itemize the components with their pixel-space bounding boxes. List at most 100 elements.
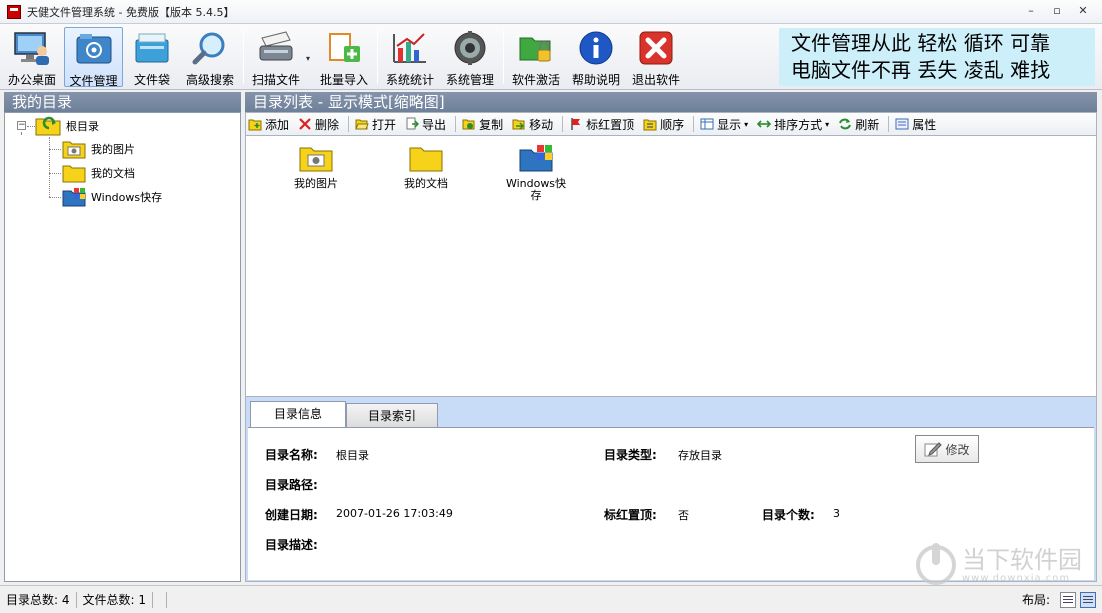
slogan-line-2: 电脑文件不再 丢失 凌乱 难找 — [791, 58, 1051, 82]
monitor-user-icon — [11, 30, 53, 66]
root-folder-icon — [35, 116, 61, 136]
batch-import-button[interactable]: 批量导入 — [316, 27, 372, 87]
properties-button[interactable]: 属性 — [895, 116, 936, 133]
batch-import-icon — [323, 30, 365, 66]
pin-top-button[interactable]: 标红置顶 — [569, 116, 634, 133]
watermark-url: www.downxia.com — [962, 572, 1071, 584]
tab-directory-info[interactable]: 目录信息 — [250, 401, 346, 428]
count-value: 3 — [833, 507, 840, 520]
pictures-folder-icon — [62, 141, 86, 159]
office-desktop-label: 办公桌面 — [7, 73, 56, 87]
pictures-folder-icon — [299, 147, 333, 172]
description-label: 目录描述: — [265, 538, 318, 552]
path-label: 目录路径: — [265, 478, 318, 492]
properties-icon — [895, 117, 909, 131]
tree-label-windows-quicksave: Windows快存 — [91, 191, 163, 204]
tab-directory-index[interactable]: 目录索引 — [346, 403, 438, 427]
display-button[interactable]: 显示 ▾ — [700, 116, 748, 133]
tree-line — [49, 149, 61, 150]
tree-label-pictures: 我的图片 — [91, 143, 135, 156]
display-grid-icon — [700, 117, 714, 131]
collapse-icon[interactable]: − — [17, 121, 26, 130]
system-manage-label: 系统管理 — [445, 73, 494, 87]
refresh-label: 刷新 — [855, 117, 880, 132]
directory-list-panel: 添加 删除 打开 导出 复制 移动 标红置顶 顺序 显示 ▾ 排序方式 ▾ 刷新… — [245, 112, 1097, 582]
left-panel-title: 我的目录 — [4, 92, 241, 112]
windows-folder-icon — [62, 188, 86, 207]
move-button[interactable]: 移动 — [512, 116, 553, 133]
system-manage-button[interactable]: 系统管理 — [442, 27, 498, 87]
add-button[interactable]: 添加 — [248, 116, 289, 133]
sort-button[interactable]: 排序方式 ▾ — [757, 116, 829, 133]
order-button[interactable]: 顺序 — [643, 116, 684, 133]
toolbar-separator — [693, 116, 695, 132]
help-button[interactable]: 帮助说明 — [568, 27, 624, 87]
toolbar-separator — [503, 30, 504, 84]
tree-line — [21, 132, 22, 134]
tree-item-windows-quicksave[interactable]: Windows快存 — [62, 186, 162, 208]
minimize-icon[interactable]: – — [1020, 3, 1042, 19]
add-label: 添加 — [265, 117, 290, 132]
export-label: 导出 — [422, 117, 447, 132]
delete-x-icon — [298, 117, 312, 131]
open-button[interactable]: 打开 — [355, 116, 396, 133]
magnifier-icon — [189, 30, 231, 66]
file-bag-button[interactable]: 文件袋 — [127, 27, 177, 87]
thumbnail-label-documents: 我的文档 — [404, 177, 448, 190]
thumbnail-documents[interactable]: 我的文档 — [376, 144, 476, 190]
refresh-button[interactable]: 刷新 — [838, 116, 879, 133]
open-folder-icon — [355, 117, 369, 131]
name-label: 目录名称: — [265, 448, 318, 462]
tree-item-root[interactable]: 根目录 — [35, 115, 99, 137]
directory-tree: − 根目录 我的图片 我的文档 Windows快存 — [4, 112, 241, 582]
delete-button[interactable]: 删除 — [298, 116, 339, 133]
tree-line — [27, 126, 35, 127]
order-icon — [643, 117, 657, 131]
maximize-icon[interactable]: ▫ — [1046, 3, 1068, 19]
type-value: 存放目录 — [678, 449, 722, 462]
layout-label: 布局: — [1021, 593, 1050, 607]
directory-total: 目录总数: 4 — [0, 591, 77, 608]
toolbar-separator — [243, 30, 244, 84]
slogan-banner: 文件管理从此 轻松 循环 可靠 电脑文件不再 丢失 凌乱 难找 — [779, 28, 1095, 86]
sort-arrows-icon — [757, 117, 772, 131]
export-button[interactable]: 导出 — [405, 116, 446, 133]
window-title: 天健文件管理系统 - 免费版【版本 5.4.5】 — [27, 5, 235, 19]
folder-icon — [409, 147, 443, 172]
title-bar: 天健文件管理系统 - 免费版【版本 5.4.5】 – ▫ ✕ — [0, 0, 1102, 24]
tree-item-documents[interactable]: 我的文档 — [62, 162, 135, 184]
layout-split-icon[interactable] — [1080, 591, 1096, 608]
batch-import-label: 批量导入 — [319, 73, 368, 87]
edit-pencil-icon — [924, 442, 943, 457]
tree-label-root: 根目录 — [66, 120, 99, 133]
toolbar-separator — [455, 116, 457, 132]
gear-icon — [449, 30, 491, 66]
office-desktop-button[interactable]: 办公桌面 — [4, 27, 60, 87]
exit-button[interactable]: 退出软件 — [628, 27, 684, 87]
thumbnail-windows-quicksave[interactable]: Windows快存 — [486, 144, 586, 202]
order-label: 顺序 — [660, 117, 685, 132]
file-manage-label: 文件管理 — [69, 74, 118, 88]
close-icon[interactable]: ✕ — [1072, 3, 1094, 19]
software-activate-button[interactable]: 软件激活 — [508, 27, 564, 87]
thumbnail-label-windows-quicksave: Windows快存 — [505, 177, 567, 202]
created-value: 2007-01-26 17:03:49 — [336, 507, 453, 520]
toolbar-separator — [888, 116, 890, 132]
watermark: 当下软件园 www.downxia.com — [916, 543, 1082, 585]
edit-button[interactable]: 修改 — [915, 435, 979, 463]
file-manage-button[interactable]: 文件管理 — [64, 27, 123, 88]
count-label: 目录个数: — [762, 508, 815, 522]
tree-item-pictures[interactable]: 我的图片 — [62, 138, 135, 160]
exit-label: 退出软件 — [631, 73, 680, 87]
scan-file-button[interactable]: 扫描文件 — [248, 27, 304, 87]
add-folder-icon — [248, 117, 262, 131]
layout-switcher: 布局: — [1022, 591, 1096, 608]
toolbar-separator — [348, 116, 350, 132]
system-stats-button[interactable]: 系统统计 — [382, 27, 438, 87]
advanced-search-button[interactable]: 高级搜索 — [181, 27, 239, 87]
scan-dropdown-icon[interactable]: ▾ — [306, 54, 310, 63]
copy-button[interactable]: 复制 — [462, 116, 503, 133]
open-label: 打开 — [372, 117, 397, 132]
thumbnail-pictures[interactable]: 我的图片 — [266, 144, 366, 190]
layout-list-icon[interactable] — [1060, 591, 1076, 608]
